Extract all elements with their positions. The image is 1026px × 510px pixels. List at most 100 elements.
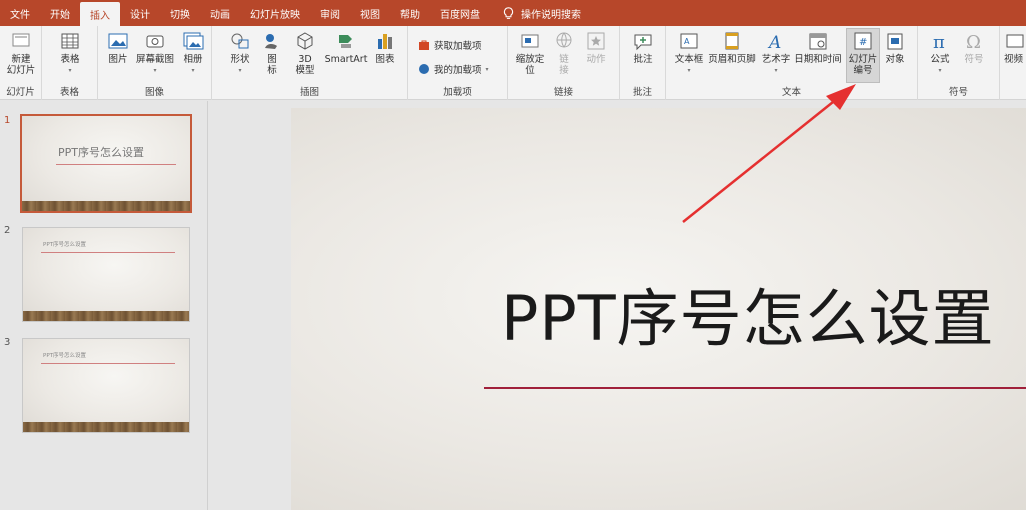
zoom-icon — [521, 34, 539, 48]
equation-button[interactable]: π 公式 ▾ — [926, 30, 954, 76]
thumbnail-title: PPT序号怎么设置 — [43, 353, 86, 359]
svg-text:A: A — [684, 37, 690, 46]
thumbnail-wood-floor — [23, 311, 189, 321]
group-links-label: 链接 — [553, 87, 573, 98]
object-icon — [887, 33, 903, 50]
tab-home[interactable]: 开始 — [40, 0, 80, 26]
tab-view[interactable]: 视图 — [350, 0, 390, 26]
group-tables-label: 表格 — [59, 87, 79, 98]
slide-title-text[interactable]: PPT序号怎么设置 — [501, 268, 995, 358]
group-symbols: π 公式 ▾ Ω 符号 符号 — [918, 26, 1000, 100]
textbox-button[interactable]: A 文本框 ▾ — [672, 30, 706, 76]
wordart-icon: A — [767, 33, 781, 52]
action-star-icon — [587, 32, 605, 50]
tab-baidu-netdisk[interactable]: 百度网盘 — [430, 0, 490, 26]
svg-text:Ω: Ω — [966, 32, 981, 52]
group-text: A 文本框 ▾ 页眉和页脚 A 艺术字 ▾ 日期和时间 # 幻灯片 编号 对象 … — [666, 26, 918, 100]
smartart-icon — [339, 35, 352, 48]
get-addins-button[interactable]: 获取加载项 — [418, 38, 482, 52]
object-button[interactable]: 对象 — [880, 30, 910, 65]
slide-thumbnail-3[interactable]: PPT序号怎么设置 — [22, 338, 190, 433]
table-icon — [61, 33, 79, 49]
pi-icon: π — [933, 32, 945, 52]
slide-thumbnail-pane: 1 PPT序号怎么设置 2 PPT序号怎么设置 3 PPT序号怎么设置 — [0, 101, 208, 510]
date-time-button[interactable]: 日期和时间 — [794, 30, 842, 65]
thumbnail-wood-floor — [23, 422, 189, 432]
picture-icon — [108, 33, 128, 49]
addin-puzzle-icon — [419, 64, 429, 74]
tell-me-label: 操作说明搜索 — [521, 9, 581, 21]
wordart-button[interactable]: A 艺术字 ▾ — [760, 30, 792, 76]
menu-tab-bar: 文件 开始 插入 设计 切换 动画 幻灯片放映 审阅 视图 帮助 百度网盘 操作… — [0, 0, 1026, 26]
thumbnail-title-rule — [41, 363, 175, 364]
group-slides-label: 幻灯片 — [6, 87, 35, 98]
thumbnail-title: PPT序号怎么设置 — [58, 146, 144, 159]
new-slide-button[interactable]: 新建 幻灯片 — [2, 30, 40, 76]
link-button[interactable]: 链 接 — [552, 30, 576, 76]
header-footer-icon — [725, 32, 739, 50]
video-button[interactable]: 视频 — [1004, 30, 1026, 65]
cube-icon — [297, 32, 313, 50]
slide-editing-canvas: PPT序号怎么设置 — [209, 101, 1026, 510]
slide-thumbnail-1[interactable]: PPT序号怎么设置 — [20, 114, 192, 213]
tab-insert[interactable]: 插入 — [80, 2, 120, 26]
group-comments-label: 批注 — [632, 87, 652, 98]
slide-thumbnail-2[interactable]: PPT序号怎么设置 — [22, 227, 190, 322]
thumbnail-title-rule — [41, 252, 175, 253]
group-addins: 获取加载项 我的加载项 ▾ 加载项 — [408, 26, 508, 100]
3d-models-button[interactable]: 3D 模型 — [292, 30, 318, 76]
tab-design[interactable]: 设计 — [120, 0, 160, 26]
chart-icon — [378, 34, 392, 49]
thumbnail-wood-floor — [22, 201, 190, 211]
icons-icon — [265, 34, 277, 49]
shapes-button[interactable]: 形状 ▾ — [226, 30, 254, 76]
calendar-icon — [809, 33, 827, 50]
comment-icon — [634, 34, 652, 51]
picture-button[interactable]: 图片 — [102, 30, 134, 65]
slide-number-label: 3 — [4, 337, 11, 348]
zoom-button[interactable]: 缩放定 位 — [512, 30, 548, 76]
omega-icon: Ω — [966, 32, 981, 52]
group-images-label: 图像 — [144, 87, 164, 98]
svg-text:A: A — [767, 33, 781, 52]
icons-button[interactable]: 图 标 — [260, 30, 284, 76]
symbol-button[interactable]: Ω 符号 — [960, 30, 988, 65]
my-addins-button[interactable]: 我的加载项 ▾ — [418, 62, 489, 76]
tab-animations[interactable]: 动画 — [200, 0, 240, 26]
group-symbols-label: 符号 — [948, 87, 968, 98]
ribbon-insert: 新建 幻灯片 幻灯片 表格 ▾ 表格 图片 屏幕截图 ▾ 相册 ▾ 图像 形状 … — [0, 26, 1026, 100]
action-button[interactable]: 动作 — [582, 30, 610, 65]
video-icon — [1006, 34, 1024, 48]
tab-help[interactable]: 帮助 — [390, 0, 430, 26]
group-text-label: 文本 — [781, 87, 801, 98]
slide-number-label: 1 — [4, 115, 11, 126]
group-media: 视频 — [1000, 26, 1026, 100]
group-illustrations: 形状 ▾ 图 标 3D 模型 SmartArt 图表 插图 — [212, 26, 408, 100]
tell-me-search[interactable]: 操作说明搜索 — [490, 0, 581, 26]
photo-album-button[interactable]: 相册 ▾ — [178, 30, 208, 76]
powerpoint-window: 文件 开始 插入 设计 切换 动画 幻灯片放映 审阅 视图 帮助 百度网盘 操作… — [0, 0, 1026, 510]
tab-transitions[interactable]: 切换 — [160, 0, 200, 26]
shapes-icon — [231, 33, 249, 49]
tab-review[interactable]: 审阅 — [310, 0, 350, 26]
photo-album-icon — [183, 32, 204, 50]
thumbnail-title: PPT序号怎么设置 — [43, 242, 86, 248]
table-button[interactable]: 表格 ▾ — [52, 30, 88, 76]
group-addins-label: 加载项 — [443, 87, 472, 98]
group-tables: 表格 ▾ 表格 — [42, 26, 98, 100]
comment-button[interactable]: 批注 — [628, 30, 658, 65]
screenshot-button[interactable]: 屏幕截图 ▾ — [134, 30, 176, 76]
current-slide[interactable]: PPT序号怎么设置 — [291, 108, 1026, 510]
thumbnail-title-rule — [56, 164, 176, 165]
slide-number-button[interactable]: # 幻灯片 编号 — [846, 30, 880, 76]
group-comments: 批注 批注 — [620, 26, 666, 100]
header-footer-button[interactable]: 页眉和页脚 — [708, 30, 756, 65]
chart-button[interactable]: 图表 — [372, 30, 398, 65]
smartart-button[interactable]: SmartArt — [322, 30, 370, 65]
screenshot-icon — [146, 35, 164, 48]
tab-slideshow[interactable]: 幻灯片放映 — [240, 0, 310, 26]
textbox-icon: A — [680, 33, 698, 49]
tab-file[interactable]: 文件 — [0, 0, 40, 26]
group-slides: 新建 幻灯片 幻灯片 — [0, 26, 42, 100]
slide-number-label: 2 — [4, 225, 11, 236]
